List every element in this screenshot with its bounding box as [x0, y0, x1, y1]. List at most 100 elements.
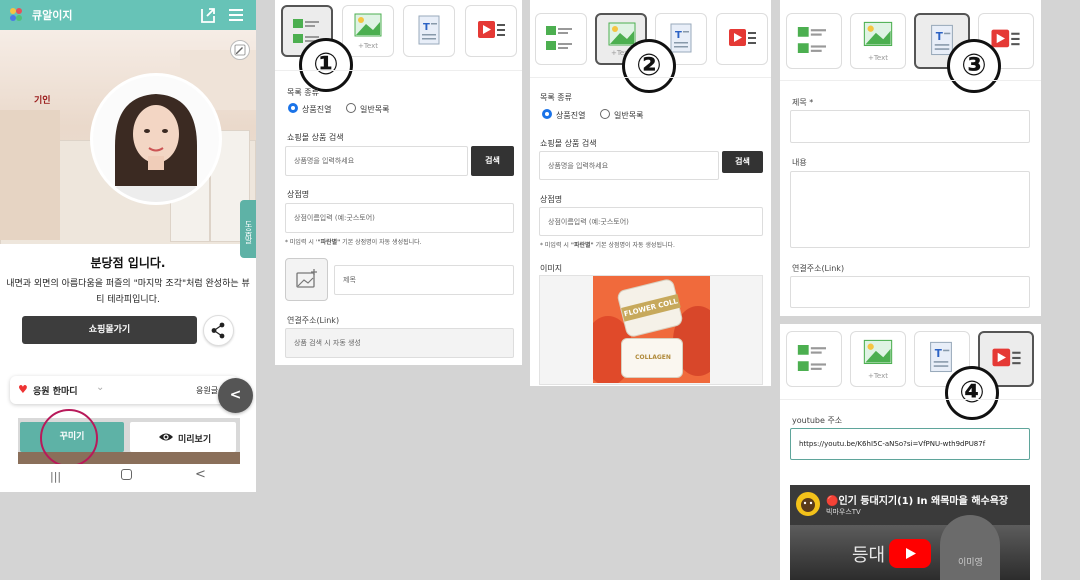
radio-general[interactable]: [600, 109, 610, 119]
editor-panel-1: +Text T ① 목록 종류 상품진열 일반목록 쇼핑몰 상품 검색 상품명을…: [275, 0, 522, 365]
android-nav-bar: ||| <: [0, 464, 256, 492]
eye-icon: [159, 433, 173, 441]
tile-image-text[interactable]: +Text: [850, 13, 906, 69]
search-label: 쇼핑몰 상품 검색: [540, 139, 597, 148]
tile-product-list[interactable]: [786, 331, 842, 387]
list-type-label: 목록 종류: [540, 93, 572, 102]
list-type-label: 목록 종류: [287, 88, 319, 97]
link-label: 연결주소(Link): [792, 264, 845, 273]
shop-name-label: 상점명: [540, 195, 563, 204]
share-export-icon[interactable]: [198, 5, 218, 25]
preview-button[interactable]: 미리보기: [130, 422, 236, 452]
tile-sub-text: +Text: [867, 54, 889, 62]
content-label: 내용: [792, 158, 807, 167]
pencil-icon: [234, 44, 246, 56]
home-icon[interactable]: [121, 469, 132, 480]
product-list-icon: [546, 26, 572, 50]
tile-product-list[interactable]: [786, 13, 842, 69]
svg-text:T: T: [675, 30, 682, 41]
product-label-2: COLLAGEN: [635, 354, 671, 361]
app-logo-icon: [10, 8, 22, 21]
radio-product[interactable]: [542, 109, 552, 119]
chevron-down-icon[interactable]: ⌄: [96, 382, 104, 393]
step-marker-1: ①: [299, 38, 353, 92]
link-input[interactable]: [790, 276, 1030, 308]
search-button[interactable]: 검색: [722, 151, 763, 173]
editor-panel-2: +Text T ② 목록 종류 상품진열 일반목록 쇼핑몰 상품 검색 상품명을…: [530, 0, 771, 386]
divider: [275, 70, 522, 71]
profile-photo: [90, 73, 222, 205]
shop-name-note: * 미입력 시 "파란별" 기본 상점명이 자동 생성됩니다.: [540, 242, 675, 249]
app-header: 큐알이지: [0, 0, 256, 30]
collapse-button[interactable]: <: [218, 378, 253, 413]
share-icon: [211, 322, 225, 339]
back-icon[interactable]: <: [195, 467, 206, 482]
title-input[interactable]: 제목: [334, 265, 514, 295]
app-title: 큐알이지: [32, 9, 73, 22]
edit-cover-button[interactable]: [230, 40, 250, 60]
video-play-icon: [729, 29, 756, 46]
shop-button[interactable]: 쇼핑몰가기: [22, 316, 197, 344]
image-preview: FLOWER COLL COLLAGEN: [539, 275, 763, 385]
tile-video[interactable]: [716, 13, 768, 65]
image-upload-button[interactable]: [285, 258, 328, 301]
preview-label: 미리보기: [178, 435, 212, 445]
svg-text:T: T: [936, 31, 944, 43]
shop-name-input[interactable]: 상점이름입력 (예:굿스토어): [285, 203, 514, 233]
youtube-play-button[interactable]: [889, 539, 931, 568]
product-list-icon: [797, 27, 826, 53]
divider: [780, 80, 1041, 81]
radio-product-label: 상품진열: [302, 105, 332, 114]
tile-image-text[interactable]: +Text: [850, 331, 906, 387]
share-button[interactable]: [203, 315, 234, 346]
search-input[interactable]: 상품명을 입력하세요: [285, 146, 468, 176]
branch-name: 분당점 입니다.: [90, 256, 166, 270]
cheer-bar[interactable]: ♥ 응원 한마디 ⌄ 응원글쓰: [10, 376, 238, 404]
content-textarea[interactable]: [790, 171, 1030, 248]
highlight-circle: [40, 409, 98, 467]
shop-name-label: 상점명: [287, 190, 310, 199]
youtube-video-embed[interactable]: 🔴인기 등대지기(1) In 왜목마을 해수욕장 빅마우스TV 등대 이미영: [790, 485, 1030, 580]
storefront-sign: 기인: [34, 96, 51, 106]
search-button[interactable]: 검색: [471, 146, 514, 176]
tile-sub-text: +Text: [357, 42, 379, 50]
radio-general-label: 일반목록: [360, 105, 390, 114]
shop-name-note: * 미입력 시 '"파란별" 기본 상점명이 자동 생성됩니다.: [285, 239, 422, 246]
video-play-icon: [478, 21, 505, 38]
help-side-tab[interactable]: 도움말: [240, 200, 256, 258]
tile-text[interactable]: T: [403, 5, 455, 57]
editor-panel-3: +Text T ③ 제목 * 내용 연결주소(Link): [780, 0, 1041, 316]
title-label: 제목 *: [792, 98, 814, 107]
video-overlay-text-2: 이미영: [958, 558, 983, 568]
search-input[interactable]: 상품명을 입력하세요: [539, 151, 719, 180]
title-input[interactable]: [790, 110, 1030, 143]
divider: [780, 399, 1041, 400]
image-icon: [354, 13, 382, 37]
tile-image-text[interactable]: +Text: [342, 5, 394, 57]
image-icon: [863, 21, 893, 47]
cheer-label: 응원 한마디: [33, 387, 78, 397]
play-icon: [906, 548, 916, 559]
link-input[interactable]: 상품 검색 시 자동 생성: [285, 328, 514, 358]
radio-general-label: 일반목록: [614, 111, 644, 120]
video-title: 🔴인기 등대지기(1) In 왜목마을 해수욕장: [826, 496, 1009, 507]
menu-icon[interactable]: [226, 5, 246, 25]
document-text-icon: T: [418, 15, 440, 45]
tile-video[interactable]: [465, 5, 517, 57]
channel-name: 빅마우스TV: [826, 508, 861, 516]
editor-panel-4: +Text T ④ youtube 주소 https://youtu.be/K6…: [780, 324, 1041, 580]
heart-icon: ♥: [18, 383, 28, 396]
divider: [530, 77, 771, 78]
radio-product[interactable]: [288, 103, 298, 113]
youtube-url-input[interactable]: https://youtu.be/K6hI5C-aNSo?si=VfPNU-wt…: [790, 428, 1030, 460]
product-list-icon: [797, 345, 826, 371]
product-photo: FLOWER COLL COLLAGEN: [593, 276, 710, 383]
radio-general[interactable]: [346, 103, 356, 113]
shop-name-input[interactable]: 상점이름입력 (예:굿스토어): [539, 207, 763, 236]
svg-text:T: T: [423, 22, 430, 33]
link-label: 연결주소(Link): [287, 316, 340, 325]
step-marker-4: ④: [945, 366, 999, 420]
recents-icon[interactable]: |||: [50, 470, 61, 483]
tile-product-list[interactable]: [535, 13, 587, 65]
search-label: 쇼핑몰 상품 검색: [287, 133, 344, 142]
